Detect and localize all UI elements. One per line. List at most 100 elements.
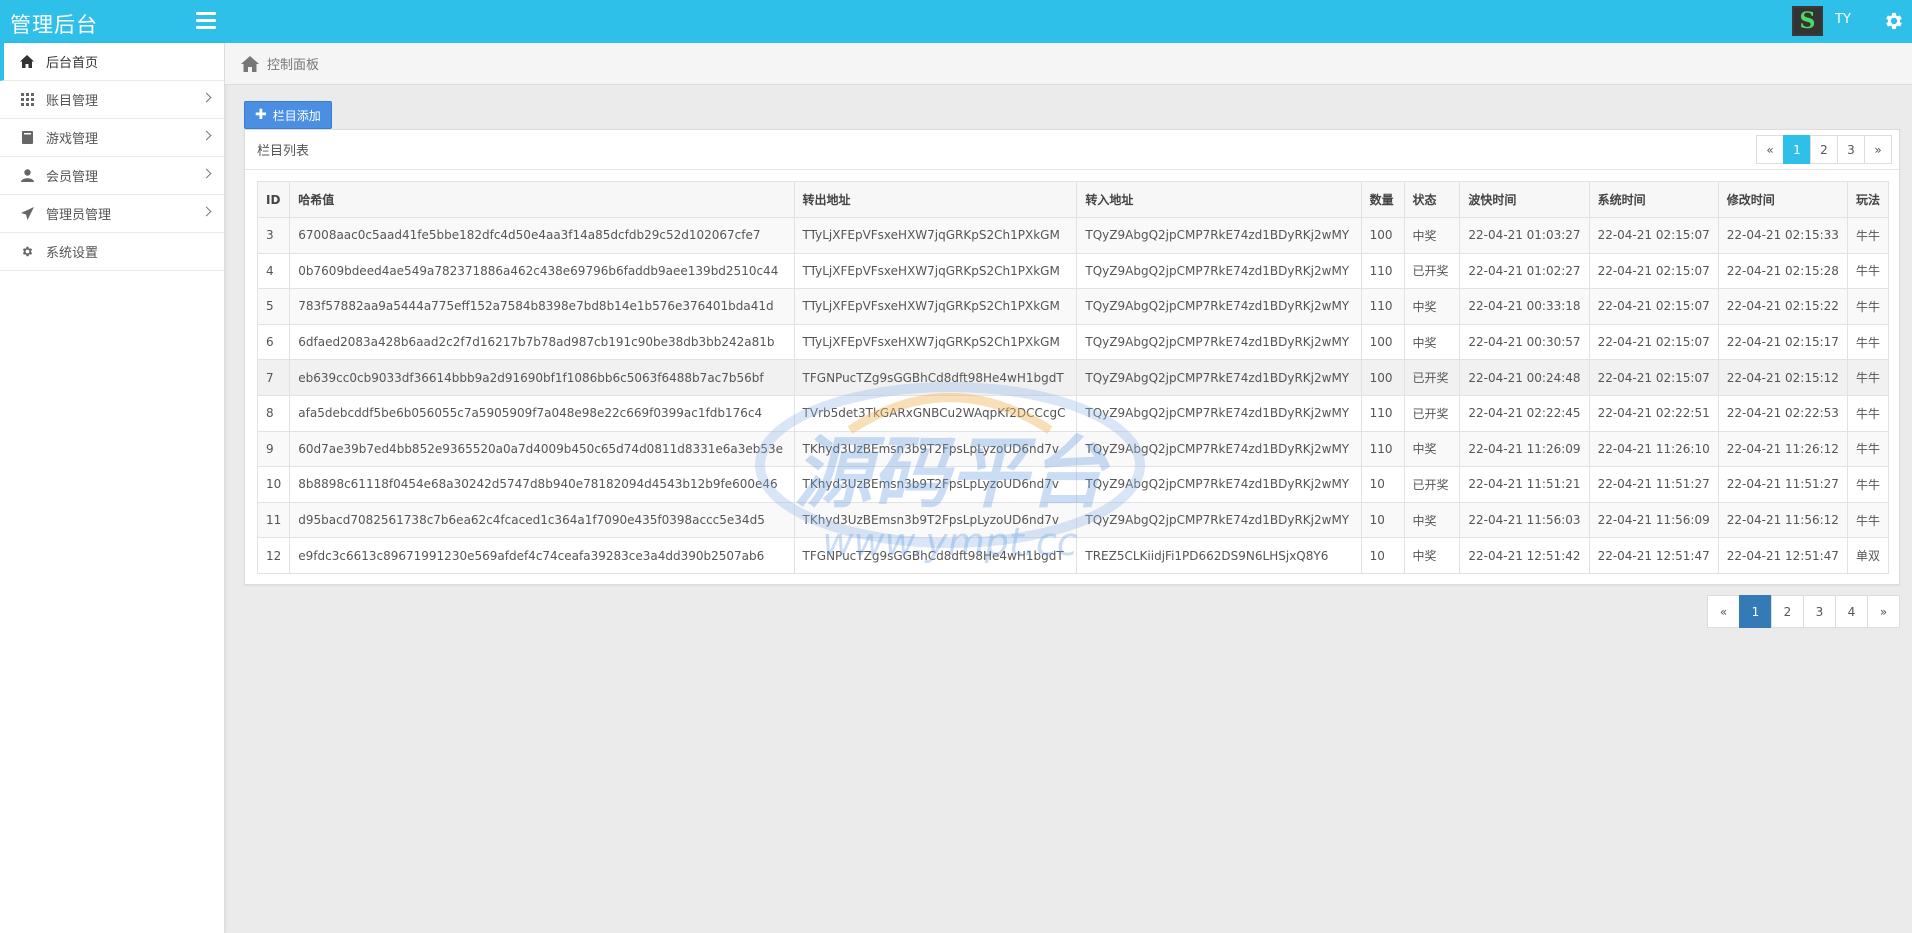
sidebar-item-label: 后台首页 <box>46 56 99 71</box>
table-cell: 已开奖 <box>1403 394 1461 432</box>
table-cell: TREZ5CLKiidjFi1PD662DS9N6LHSjxQ8Y6 <box>1076 537 1362 574</box>
settings-gear-icon[interactable] <box>1883 10 1905 32</box>
table-cell: 0b7609bdeed4ae549a782371886a462c438e6979… <box>289 252 795 290</box>
table-cell: 22-04-21 00:24:48 <box>1459 359 1590 396</box>
table-row[interactable]: 10 8b8898c61118f0454e68a30242d5747d8b940e… <box>256 466 1890 503</box>
table-cell: TQyZ9AbgQ2jpCMP7RkE74zd1BDyRKj2wMY <box>1076 466 1362 503</box>
table-cell: 12 <box>256 537 291 574</box>
table-cell: TQyZ9AbgQ2jpCMP7RkE74zd1BDyRKj2wMY <box>1076 323 1362 361</box>
table-cell: 60d7ae39b7ed4bb852e9365520a0a7d4009b450c… <box>289 430 795 468</box>
column-header: 波快时间 <box>1459 181 1590 218</box>
pagination-page[interactable]: 2 <box>1810 135 1838 164</box>
pagination-prev[interactable]: « <box>1756 135 1784 164</box>
table-cell: 22-04-21 02:15:07 <box>1588 323 1719 361</box>
table-cell: TQyZ9AbgQ2jpCMP7RkE74zd1BDyRKj2wMY <box>1076 217 1362 254</box>
breadcrumb-current: 控制面板 <box>267 58 320 73</box>
table-cell: 10 <box>256 466 291 503</box>
column-header: 转出地址 <box>793 181 1078 218</box>
table-cell: 22-04-21 11:56:12 <box>1717 501 1848 539</box>
panel-header: 栏目列表 « 1 2 3 » <box>245 130 1899 170</box>
hamburger-menu-icon[interactable] <box>196 12 216 29</box>
table-cell: 已开奖 <box>1403 252 1461 290</box>
chevron-right-icon <box>201 206 212 217</box>
table-row[interactable]: 7 eb639cc0cb9033df36614bbb9a2d91690bf1f10… <box>256 359 1890 396</box>
table-cell: 7 <box>256 359 291 396</box>
table-row[interactable]: 8 afa5debcddf5be6b056055c7a5905909f7a048e… <box>256 394 1890 432</box>
user-icon <box>20 169 34 183</box>
sidebar-item-settings[interactable]: 系统设置 <box>0 233 224 271</box>
sidebar-item-home[interactable]: 后台首页 <box>0 43 224 81</box>
avatar-letter: S <box>1799 8 1816 34</box>
table-cell: TFGNPucTZg9sGGBhCd8dft98He4wH1bgdT <box>793 537 1078 574</box>
table-cell: 中奖 <box>1403 288 1461 325</box>
gear-icon <box>20 245 34 259</box>
table-cell: 22-04-21 02:15:12 <box>1717 359 1848 396</box>
table-cell: 中奖 <box>1403 537 1461 574</box>
table-cell: d95bacd7082561738c7b6ea62c4fcaced1c364a1… <box>289 501 795 539</box>
sidebar-item-label: 游戏管理 <box>46 132 99 147</box>
table-cell: 110 <box>1360 288 1405 325</box>
table-cell: 22-04-21 11:26:12 <box>1717 430 1848 468</box>
app-title: 管理后台 <box>10 13 98 37</box>
table-row[interactable]: 11 d95bacd7082561738c7b6ea62c4fcaced1c364… <box>256 501 1890 539</box>
table-cell: 牛牛 <box>1846 252 1890 290</box>
home-icon[interactable] <box>241 55 259 72</box>
sidebar-item-members[interactable]: 会员管理 <box>0 157 224 195</box>
pagination-prev[interactable]: « <box>1707 595 1740 628</box>
username[interactable]: TY <box>1835 12 1851 27</box>
table-cell: 10 <box>1360 466 1405 503</box>
table-cell: eb639cc0cb9033df36614bbb9a2d91690bf1f108… <box>289 359 795 396</box>
table-cell: 110 <box>1360 394 1405 432</box>
sidebar-item-games[interactable]: 游戏管理 <box>0 119 224 157</box>
table-cell: 22-04-21 02:15:28 <box>1717 252 1848 290</box>
table-row[interactable]: 3 67008aac0c5aad41fe5bbe182dfc4d50e4aa3f1… <box>256 217 1890 254</box>
table-cell: 22-04-21 00:33:18 <box>1459 288 1590 325</box>
top-navbar: 管理后台 S TY <box>0 0 1912 43</box>
table-cell: TQyZ9AbgQ2jpCMP7RkE74zd1BDyRKj2wMY <box>1076 252 1362 290</box>
table-cell: 牛牛 <box>1846 217 1890 254</box>
add-column-button[interactable]: ✚ 栏目添加 <box>244 101 332 129</box>
column-header: 转入地址 <box>1076 181 1362 218</box>
table-cell: 783f57882aa9a5444a775eff152a7584b8398e7b… <box>289 288 795 325</box>
table-row[interactable]: 4 0b7609bdeed4ae549a782371886a462c438e697… <box>256 252 1890 290</box>
table-cell: 22-04-21 00:30:57 <box>1459 323 1590 361</box>
pagination-page[interactable]: 4 <box>1835 595 1868 628</box>
table-row[interactable]: 12 e9fdc3c6613c89671991230e569afdef4c74ce… <box>256 537 1890 574</box>
sidebar-item-admins[interactable]: 管理员管理 <box>0 195 224 233</box>
plus-icon: ✚ <box>255 107 267 123</box>
table-cell: afa5debcddf5be6b056055c7a5905909f7a048e9… <box>289 394 795 432</box>
table-row[interactable]: 5 783f57882aa9a5444a775eff152a7584b8398e7… <box>256 288 1890 325</box>
avatar[interactable]: S <box>1792 6 1823 36</box>
book-icon <box>20 131 34 145</box>
table-cell: 6dfaed2083a428b6aad2c2f7d16217b7b78ad987… <box>289 323 795 361</box>
table-cell: 中奖 <box>1403 217 1461 254</box>
sidebar-item-label: 系统设置 <box>46 246 99 261</box>
table-cell: 22-04-21 02:15:17 <box>1717 323 1848 361</box>
pagination-next[interactable]: » <box>1867 595 1900 628</box>
pagination-page[interactable]: 2 <box>1771 595 1804 628</box>
table-row[interactable]: 9 60d7ae39b7ed4bb852e9365520a0a7d4009b450… <box>256 430 1890 468</box>
pagination-page[interactable]: 1 <box>1739 595 1772 628</box>
sidebar-item-accounts[interactable]: 账目管理 <box>0 81 224 119</box>
table-cell: 22-04-21 12:51:47 <box>1588 537 1719 574</box>
table-cell: 22-04-21 02:22:45 <box>1459 394 1590 432</box>
pagination-page[interactable]: 1 <box>1783 135 1811 164</box>
column-header: 状态 <box>1403 181 1461 218</box>
pagination-page[interactable]: 3 <box>1803 595 1836 628</box>
column-list-panel: 栏目列表 « 1 2 3 » ID 哈希值 转出地址 转入地址 数量 状态 波快时间 系统时间… <box>244 129 1900 585</box>
home-icon <box>20 55 34 69</box>
table-cell: 10 <box>1360 501 1405 539</box>
table-cell: 22-04-21 02:15:07 <box>1588 359 1719 396</box>
table-cell: TFGNPucTZg9sGGBhCd8dft98He4wH1bgdT <box>793 359 1078 396</box>
add-column-label: 栏目添加 <box>272 108 321 123</box>
table-cell: 牛牛 <box>1846 288 1890 325</box>
table-row[interactable]: 6 6dfaed2083a428b6aad2c2f7d16217b7b78ad98… <box>256 323 1890 361</box>
table-cell: TTyLjXFEpVFsxeHXW7jqGRKpS2Ch1PXkGM <box>793 323 1078 361</box>
breadcrumb: 控制面板 <box>225 43 1912 85</box>
table-cell: 22-04-21 11:56:03 <box>1459 501 1590 539</box>
table-cell: 牛牛 <box>1846 394 1890 432</box>
pagination-next[interactable]: » <box>1864 135 1892 164</box>
pagination-page[interactable]: 3 <box>1837 135 1865 164</box>
table-cell: 5 <box>256 288 291 325</box>
table-cell: 100 <box>1360 359 1405 396</box>
